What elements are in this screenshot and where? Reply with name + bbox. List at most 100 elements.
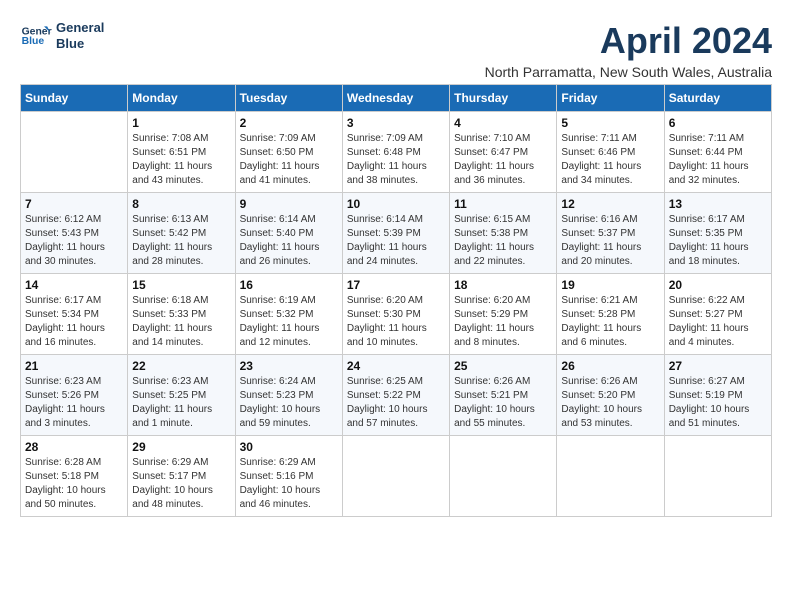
day-number: 3 [347, 116, 445, 130]
day-number: 1 [132, 116, 230, 130]
day-info: Sunrise: 7:09 AM Sunset: 6:48 PM Dayligh… [347, 132, 445, 188]
day-number: 5 [561, 116, 659, 130]
day-number: 12 [561, 197, 659, 211]
day-number: 10 [347, 197, 445, 211]
logo-icon: General Blue [20, 20, 52, 52]
day-number: 8 [132, 197, 230, 211]
calendar-cell: 3 Sunrise: 7:09 AM Sunset: 6:48 PM Daylig… [342, 112, 449, 193]
day-info: Sunrise: 6:28 AM Sunset: 5:18 PM Dayligh… [25, 456, 123, 512]
calendar-cell: 2 Sunrise: 7:09 AM Sunset: 6:50 PM Daylig… [235, 112, 342, 193]
day-number: 22 [132, 359, 230, 373]
day-number: 2 [240, 116, 338, 130]
day-number: 26 [561, 359, 659, 373]
calendar-cell [21, 112, 128, 193]
calendar-cell: 17 Sunrise: 6:20 AM Sunset: 5:30 PM Dayli… [342, 274, 449, 355]
calendar-cell: 28 Sunrise: 6:28 AM Sunset: 5:18 PM Dayli… [21, 436, 128, 517]
day-number: 20 [669, 278, 767, 292]
day-number: 4 [454, 116, 552, 130]
day-number: 21 [25, 359, 123, 373]
day-info: Sunrise: 6:15 AM Sunset: 5:38 PM Dayligh… [454, 213, 552, 269]
day-info: Sunrise: 6:17 AM Sunset: 5:34 PM Dayligh… [25, 294, 123, 350]
day-number: 30 [240, 440, 338, 454]
location-subtitle: North Parramatta, New South Wales, Austr… [485, 64, 772, 80]
header-row: SundayMondayTuesdayWednesdayThursdayFrid… [21, 85, 772, 112]
calendar-cell: 16 Sunrise: 6:19 AM Sunset: 5:32 PM Dayli… [235, 274, 342, 355]
day-info: Sunrise: 6:26 AM Sunset: 5:21 PM Dayligh… [454, 375, 552, 431]
day-number: 29 [132, 440, 230, 454]
calendar-cell: 19 Sunrise: 6:21 AM Sunset: 5:28 PM Dayli… [557, 274, 664, 355]
svg-text:Blue: Blue [22, 36, 45, 47]
calendar-table: SundayMondayTuesdayWednesdayThursdayFrid… [20, 84, 772, 517]
calendar-cell: 12 Sunrise: 6:16 AM Sunset: 5:37 PM Dayli… [557, 193, 664, 274]
day-number: 16 [240, 278, 338, 292]
day-info: Sunrise: 6:27 AM Sunset: 5:19 PM Dayligh… [669, 375, 767, 431]
page-header: General Blue General Blue April 2024 Nor… [20, 20, 772, 80]
column-header-friday: Friday [557, 85, 664, 112]
day-info: Sunrise: 7:09 AM Sunset: 6:50 PM Dayligh… [240, 132, 338, 188]
calendar-cell: 30Sunrise: 6:29 AM Sunset: 5:16 PM Dayli… [235, 436, 342, 517]
day-info: Sunrise: 6:18 AM Sunset: 5:33 PM Dayligh… [132, 294, 230, 350]
day-number: 15 [132, 278, 230, 292]
day-info: Sunrise: 6:14 AM Sunset: 5:39 PM Dayligh… [347, 213, 445, 269]
column-header-saturday: Saturday [664, 85, 771, 112]
day-info: Sunrise: 6:12 AM Sunset: 5:43 PM Dayligh… [25, 213, 123, 269]
day-info: Sunrise: 6:19 AM Sunset: 5:32 PM Dayligh… [240, 294, 338, 350]
day-number: 14 [25, 278, 123, 292]
day-info: Sunrise: 6:22 AM Sunset: 5:27 PM Dayligh… [669, 294, 767, 350]
calendar-cell: 10 Sunrise: 6:14 AM Sunset: 5:39 PM Dayli… [342, 193, 449, 274]
calendar-cell: 14 Sunrise: 6:17 AM Sunset: 5:34 PM Dayli… [21, 274, 128, 355]
calendar-week-1: 1 Sunrise: 7:08 AM Sunset: 6:51 PM Daylig… [21, 112, 772, 193]
calendar-cell: 1 Sunrise: 7:08 AM Sunset: 6:51 PM Daylig… [128, 112, 235, 193]
column-header-tuesday: Tuesday [235, 85, 342, 112]
day-info: Sunrise: 6:26 AM Sunset: 5:20 PM Dayligh… [561, 375, 659, 431]
logo-text: General Blue [56, 20, 104, 51]
day-info: Sunrise: 6:21 AM Sunset: 5:28 PM Dayligh… [561, 294, 659, 350]
calendar-cell: 13Sunrise: 6:17 AM Sunset: 5:35 PM Dayli… [664, 193, 771, 274]
calendar-cell: 20 Sunrise: 6:22 AM Sunset: 5:27 PM Dayli… [664, 274, 771, 355]
day-info: Sunrise: 6:14 AM Sunset: 5:40 PM Dayligh… [240, 213, 338, 269]
day-number: 11 [454, 197, 552, 211]
day-info: Sunrise: 6:17 AM Sunset: 5:35 PM Dayligh… [669, 213, 767, 269]
day-info: Sunrise: 6:16 AM Sunset: 5:37 PM Dayligh… [561, 213, 659, 269]
calendar-cell: 15 Sunrise: 6:18 AM Sunset: 5:33 PM Dayli… [128, 274, 235, 355]
column-header-sunday: Sunday [21, 85, 128, 112]
calendar-cell: 9 Sunrise: 6:14 AM Sunset: 5:40 PM Daylig… [235, 193, 342, 274]
column-header-thursday: Thursday [450, 85, 557, 112]
day-info: Sunrise: 6:23 AM Sunset: 5:25 PM Dayligh… [132, 375, 230, 431]
calendar-week-3: 14 Sunrise: 6:17 AM Sunset: 5:34 PM Dayli… [21, 274, 772, 355]
day-info: Sunrise: 6:20 AM Sunset: 5:30 PM Dayligh… [347, 294, 445, 350]
calendar-cell: 18 Sunrise: 6:20 AM Sunset: 5:29 PM Dayli… [450, 274, 557, 355]
day-number: 19 [561, 278, 659, 292]
calendar-cell [342, 436, 449, 517]
title-section: April 2024 North Parramatta, New South W… [485, 20, 772, 80]
month-title: April 2024 [485, 20, 772, 62]
calendar-cell: 26 Sunrise: 6:26 AM Sunset: 5:20 PM Dayli… [557, 355, 664, 436]
day-info: Sunrise: 6:20 AM Sunset: 5:29 PM Dayligh… [454, 294, 552, 350]
calendar-cell: 29Sunrise: 6:29 AM Sunset: 5:17 PM Dayli… [128, 436, 235, 517]
day-number: 18 [454, 278, 552, 292]
day-info: Sunrise: 6:23 AM Sunset: 5:26 PM Dayligh… [25, 375, 123, 431]
calendar-cell [450, 436, 557, 517]
day-info: Sunrise: 6:13 AM Sunset: 5:42 PM Dayligh… [132, 213, 230, 269]
column-header-wednesday: Wednesday [342, 85, 449, 112]
day-number: 6 [669, 116, 767, 130]
day-info: Sunrise: 7:08 AM Sunset: 6:51 PM Dayligh… [132, 132, 230, 188]
day-number: 17 [347, 278, 445, 292]
calendar-cell: 7 Sunrise: 6:12 AM Sunset: 5:43 PM Daylig… [21, 193, 128, 274]
calendar-week-2: 7 Sunrise: 6:12 AM Sunset: 5:43 PM Daylig… [21, 193, 772, 274]
day-number: 23 [240, 359, 338, 373]
column-header-monday: Monday [128, 85, 235, 112]
day-number: 7 [25, 197, 123, 211]
day-info: Sunrise: 7:11 AM Sunset: 6:46 PM Dayligh… [561, 132, 659, 188]
day-number: 28 [25, 440, 123, 454]
calendar-cell: 21 Sunrise: 6:23 AM Sunset: 5:26 PM Dayli… [21, 355, 128, 436]
calendar-cell: 8 Sunrise: 6:13 AM Sunset: 5:42 PM Daylig… [128, 193, 235, 274]
calendar-cell: 11 Sunrise: 6:15 AM Sunset: 5:38 PM Dayli… [450, 193, 557, 274]
day-info: Sunrise: 7:11 AM Sunset: 6:44 PM Dayligh… [669, 132, 767, 188]
calendar-cell: 4Sunrise: 7:10 AM Sunset: 6:47 PM Daylig… [450, 112, 557, 193]
day-number: 9 [240, 197, 338, 211]
calendar-cell [557, 436, 664, 517]
calendar-week-5: 28 Sunrise: 6:28 AM Sunset: 5:18 PM Dayli… [21, 436, 772, 517]
calendar-cell: 23Sunrise: 6:24 AM Sunset: 5:23 PM Dayli… [235, 355, 342, 436]
calendar-cell: 5 Sunrise: 7:11 AM Sunset: 6:46 PM Daylig… [557, 112, 664, 193]
